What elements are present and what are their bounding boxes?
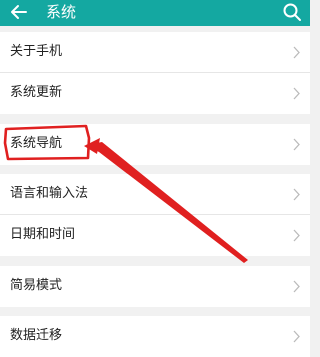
settings-group-simple-mode: 简易模式 xyxy=(0,266,310,307)
page-title: 系统 xyxy=(46,3,77,21)
chevron-right-icon xyxy=(293,330,300,343)
settings-item-label: 关于手机 xyxy=(10,44,63,59)
chevron-right-icon xyxy=(293,229,300,242)
settings-item-system-navigation[interactable]: 系统导航 xyxy=(0,124,310,165)
app-header: 系统 xyxy=(0,0,310,26)
settings-item-label: 数据迁移 xyxy=(10,328,63,343)
settings-item-simple-mode[interactable]: 简易模式 xyxy=(0,266,310,307)
settings-group-device: 关于手机 系统更新 xyxy=(0,32,310,114)
chevron-right-icon xyxy=(293,46,300,59)
settings-item-language-input[interactable]: 语言和输入法 xyxy=(0,174,310,215)
settings-item-date-time[interactable]: 日期和时间 xyxy=(0,215,310,256)
settings-group-navigation: 系统导航 xyxy=(0,124,310,165)
settings-item-data-migration[interactable]: 数据迁移 xyxy=(0,316,310,357)
settings-item-label: 系统导航 xyxy=(10,136,63,151)
settings-item-system-update[interactable]: 系统更新 xyxy=(0,73,310,114)
arrow-left-icon[interactable] xyxy=(8,1,30,23)
settings-item-label: 简易模式 xyxy=(10,278,63,293)
chevron-right-icon xyxy=(293,138,300,151)
chevron-right-icon xyxy=(293,87,300,100)
settings-item-label: 日期和时间 xyxy=(10,227,76,242)
settings-group-language-time: 语言和输入法 日期和时间 xyxy=(0,174,310,256)
chevron-right-icon xyxy=(293,188,300,201)
search-icon[interactable] xyxy=(282,2,302,22)
settings-group-data-migration: 数据迁移 xyxy=(0,316,310,357)
chevron-right-icon xyxy=(293,280,300,293)
settings-item-label: 系统更新 xyxy=(10,85,63,100)
settings-item-label: 语言和输入法 xyxy=(10,186,89,201)
settings-item-about-phone[interactable]: 关于手机 xyxy=(0,32,310,73)
